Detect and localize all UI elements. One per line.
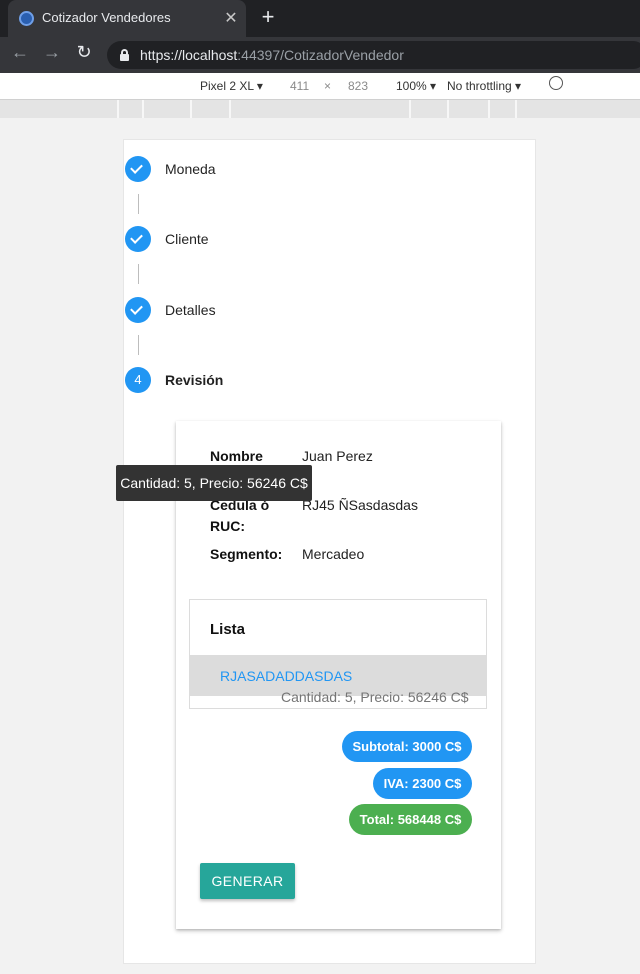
browser-toolbar: ← → ↻ https://localhost:44397/CotizadorV… — [0, 37, 640, 73]
list-title: Lista — [210, 621, 246, 638]
device-select[interactable]: Pixel 2 XL ▾ — [200, 79, 263, 93]
step-label: Cliente — [165, 231, 209, 247]
forward-icon[interactable]: → — [41, 42, 63, 63]
browser-tab-bar: Cotizador Vendedores ✕ + — [0, 0, 640, 37]
rotate-icon[interactable] — [549, 76, 563, 90]
step-label: Revisión — [165, 372, 224, 388]
reload-icon[interactable]: ↻ — [73, 42, 95, 63]
cedula-value: RJ45 ÑSasdasdas — [302, 497, 418, 513]
device-width-input[interactable]: 411 — [290, 79, 309, 93]
step-label: Moneda — [165, 161, 216, 177]
tab-title: Cotizador Vendedores — [42, 10, 171, 25]
device-height-input[interactable]: 823 — [348, 79, 368, 93]
step-connector — [138, 194, 139, 214]
step-number: 4 — [125, 367, 151, 393]
check-icon — [125, 297, 151, 323]
favicon-icon — [19, 11, 34, 26]
new-tab-icon[interactable]: + — [258, 4, 278, 30]
close-tab-icon[interactable]: ✕ — [222, 8, 240, 28]
list-item[interactable]: RJASADADDASDAS Cantidad: 5, Precio: 5624… — [190, 655, 486, 705]
check-icon — [125, 226, 151, 252]
throttling-select[interactable]: No throttling ▾ — [447, 79, 521, 93]
lock-icon[interactable] — [120, 49, 129, 61]
list-item-title: RJASADADDASDAS — [220, 668, 353, 684]
url-text[interactable]: https://localhost:44397/CotizadorVendedo… — [140, 47, 404, 63]
generate-button[interactable]: GENERAR — [200, 863, 295, 899]
list-item-subtitle: Cantidad: 5, Precio: 56246 C$ — [281, 689, 469, 705]
browser-tab[interactable]: Cotizador Vendedores ✕ — [8, 0, 246, 37]
step-label: Detalles — [165, 302, 216, 318]
zoom-select[interactable]: 100% ▾ — [396, 79, 436, 93]
media-query-ruler — [0, 100, 640, 118]
total-chip: Total: 568448 C$ — [349, 804, 472, 835]
device-toolbar: Pixel 2 XL ▾ 411 × 823 100% ▾ No throttl… — [0, 73, 640, 100]
client-name-value: Juan Perez — [302, 448, 373, 464]
address-bar[interactable]: https://localhost:44397/CotizadorVendedo… — [107, 41, 640, 69]
subtotal-chip: Subtotal: 3000 C$ — [342, 731, 472, 762]
step-connector — [138, 335, 139, 355]
cedula-label: Cedula ó RUC: — [210, 497, 270, 534]
segment-label: Segmento: — [210, 546, 283, 562]
iva-chip: IVA: 2300 C$ — [373, 768, 472, 799]
dimension-separator: × — [324, 79, 332, 93]
check-icon — [125, 156, 151, 182]
segment-value: Mercadeo — [302, 546, 365, 562]
product-list: Lista RJASADADDASDAS Cantidad: 5, Precio… — [189, 599, 487, 709]
back-icon[interactable]: ← — [9, 42, 31, 63]
step-connector — [138, 264, 139, 284]
page-container: Moneda Cliente Detalles 4 Revisión Nombr… — [123, 139, 536, 964]
list-item-tooltip: Cantidad: 5, Precio: 56246 C$ — [116, 465, 312, 501]
